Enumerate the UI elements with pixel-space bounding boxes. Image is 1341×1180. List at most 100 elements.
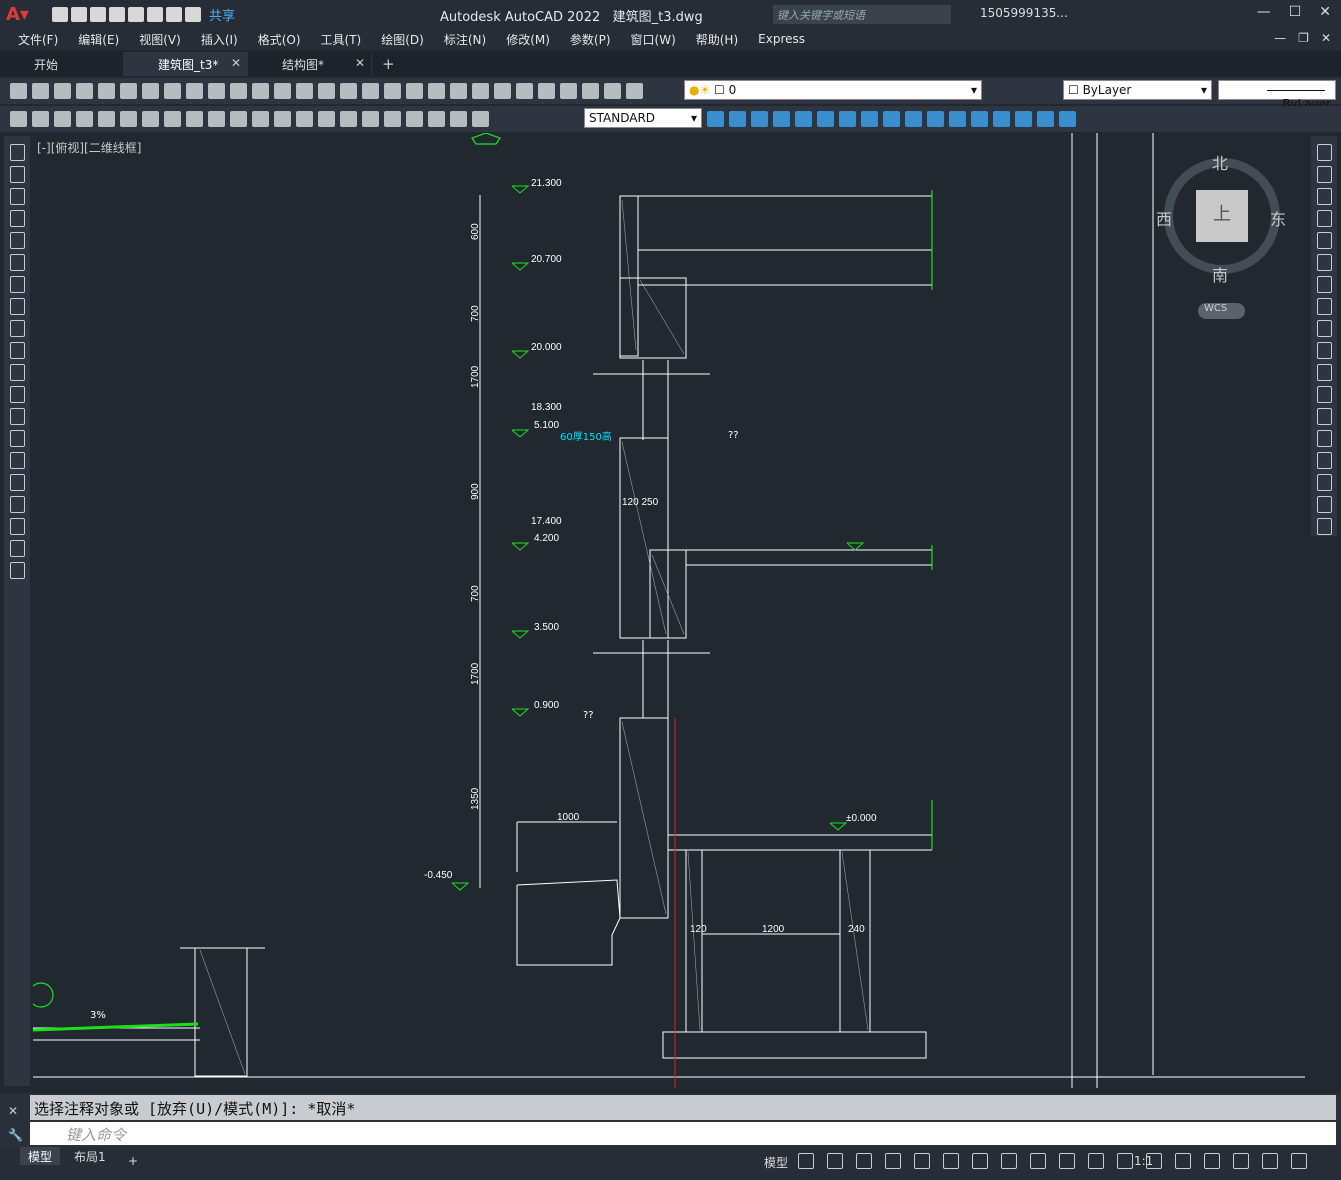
menu-item[interactable]: 标注(N) [444, 31, 486, 48]
tool-icon[interactable] [274, 83, 291, 99]
tab-structure[interactable]: 结构图* ✕ [248, 52, 372, 76]
tool-icon[interactable] [839, 111, 856, 127]
status-toggle-icon[interactable] [1030, 1153, 1046, 1169]
tool-icon[interactable] [604, 83, 621, 99]
level-label[interactable]: 18.300 [531, 402, 562, 413]
tool-icon[interactable] [406, 111, 423, 127]
minimize-icon[interactable]: — [1257, 4, 1271, 20]
tool-icon[interactable] [9, 364, 25, 381]
tool-icon[interactable] [428, 111, 445, 127]
dimension-label[interactable]: 1700 [470, 662, 481, 685]
plot-icon[interactable] [147, 6, 163, 22]
menu-item[interactable]: 文件(F) [18, 31, 58, 48]
menu-item[interactable]: 格式(O) [258, 31, 301, 48]
tool-icon[interactable] [1316, 408, 1332, 425]
tool-icon[interactable] [318, 111, 335, 127]
level-marker[interactable] [511, 630, 530, 639]
note-label[interactable]: ?? [583, 710, 594, 721]
tool-icon[interactable] [142, 83, 159, 99]
tool-icon[interactable] [384, 83, 401, 99]
tool-icon[interactable] [1316, 386, 1332, 403]
close-icon[interactable]: ✕ [8, 1104, 18, 1118]
level-marker[interactable] [451, 882, 470, 891]
tool-icon[interactable] [817, 111, 834, 127]
tool-icon[interactable] [9, 474, 25, 491]
wcs-menu[interactable]: WCS [1198, 303, 1245, 319]
tool-icon[interactable] [927, 111, 944, 127]
menu-item[interactable]: 帮助(H) [696, 31, 738, 48]
tool-icon[interactable] [9, 144, 25, 161]
tool-icon[interactable] [252, 83, 269, 99]
menu-item[interactable]: 窗口(W) [631, 31, 676, 48]
linetype-dropdown[interactable]: ByLayer [1218, 80, 1336, 111]
status-toggle-icon[interactable] [1291, 1153, 1307, 1169]
tool-icon[interactable] [340, 83, 357, 99]
tool-icon[interactable] [9, 408, 25, 425]
tool-icon[interactable] [861, 111, 878, 127]
tool-icon[interactable] [1037, 111, 1054, 127]
tool-icon[interactable] [340, 111, 357, 127]
level-label[interactable]: 17.400 [531, 516, 562, 527]
tool-icon[interactable] [1015, 111, 1032, 127]
tool-icon[interactable] [98, 111, 115, 127]
redo-icon[interactable] [185, 6, 201, 22]
dimension-label[interactable]: 900 [470, 483, 481, 500]
tool-icon[interactable] [10, 111, 27, 127]
dimension-label[interactable]: 1000 [557, 812, 580, 823]
tool-icon[interactable] [971, 111, 988, 127]
level-label[interactable]: -0.450 [424, 870, 453, 881]
viewcube[interactable]: 上 北 南 东 西 [1156, 150, 1286, 285]
tool-icon[interactable] [1059, 111, 1076, 127]
autocad-logo-icon[interactable]: A▾ [6, 3, 30, 25]
model-space-button[interactable]: 模型 [764, 1154, 788, 1171]
tool-icon[interactable] [164, 83, 181, 99]
tool-icon[interactable] [751, 111, 768, 127]
tool-icon[interactable] [296, 111, 313, 127]
tool-icon[interactable] [120, 83, 137, 99]
level-marker[interactable] [511, 542, 530, 551]
dimension-label[interactable]: 1200 [762, 924, 785, 935]
wrench-icon[interactable]: 🔧 [8, 1128, 23, 1142]
tool-icon[interactable] [9, 562, 25, 579]
tool-icon[interactable] [9, 298, 25, 315]
tool-icon[interactable] [494, 83, 511, 99]
status-toggle-icon[interactable] [1233, 1153, 1249, 1169]
tool-icon[interactable] [428, 83, 445, 99]
tool-icon[interactable] [9, 232, 25, 249]
share-button[interactable]: 共享 [209, 5, 235, 24]
level-marker[interactable] [829, 822, 848, 831]
new-tab-icon[interactable]: + [382, 55, 395, 76]
tool-icon[interactable] [9, 188, 25, 205]
tool-icon[interactable] [472, 111, 489, 127]
dimension-label[interactable]: 700 [470, 585, 481, 602]
tool-icon[interactable] [450, 83, 467, 99]
tool-icon[interactable] [230, 83, 247, 99]
dimension-label[interactable]: 1350 [470, 787, 481, 810]
tool-icon[interactable] [450, 111, 467, 127]
tool-icon[interactable] [186, 111, 203, 127]
dimension-label[interactable]: 240 [848, 924, 865, 935]
tool-icon[interactable] [54, 111, 71, 127]
tool-icon[interactable] [1316, 518, 1332, 535]
status-toggle-icon[interactable] [827, 1153, 843, 1169]
search-input[interactable]: 键入关键字或短语 [773, 5, 951, 24]
compass-north[interactable]: 北 [1212, 150, 1228, 174]
tool-icon[interactable] [120, 111, 137, 127]
compass-east[interactable]: 东 [1270, 206, 1286, 230]
status-toggle-icon[interactable] [1059, 1153, 1075, 1169]
tool-icon[interactable] [164, 111, 181, 127]
tool-icon[interactable] [560, 83, 577, 99]
menu-item[interactable]: Express [758, 32, 805, 46]
dimension-label[interactable]: 1700 [470, 365, 481, 388]
tool-icon[interactable] [9, 166, 25, 183]
tool-icon[interactable] [773, 111, 790, 127]
dimension-label[interactable]: 120 [690, 924, 707, 935]
doc-close-icon[interactable]: ✕ [1321, 31, 1331, 45]
tool-icon[interactable] [1316, 298, 1332, 315]
level-marker[interactable] [846, 542, 865, 551]
open-icon[interactable] [71, 6, 87, 22]
level-marker[interactable] [511, 429, 530, 438]
tool-icon[interactable] [1316, 254, 1332, 271]
tool-icon[interactable] [9, 276, 25, 293]
tool-icon[interactable] [186, 83, 203, 99]
